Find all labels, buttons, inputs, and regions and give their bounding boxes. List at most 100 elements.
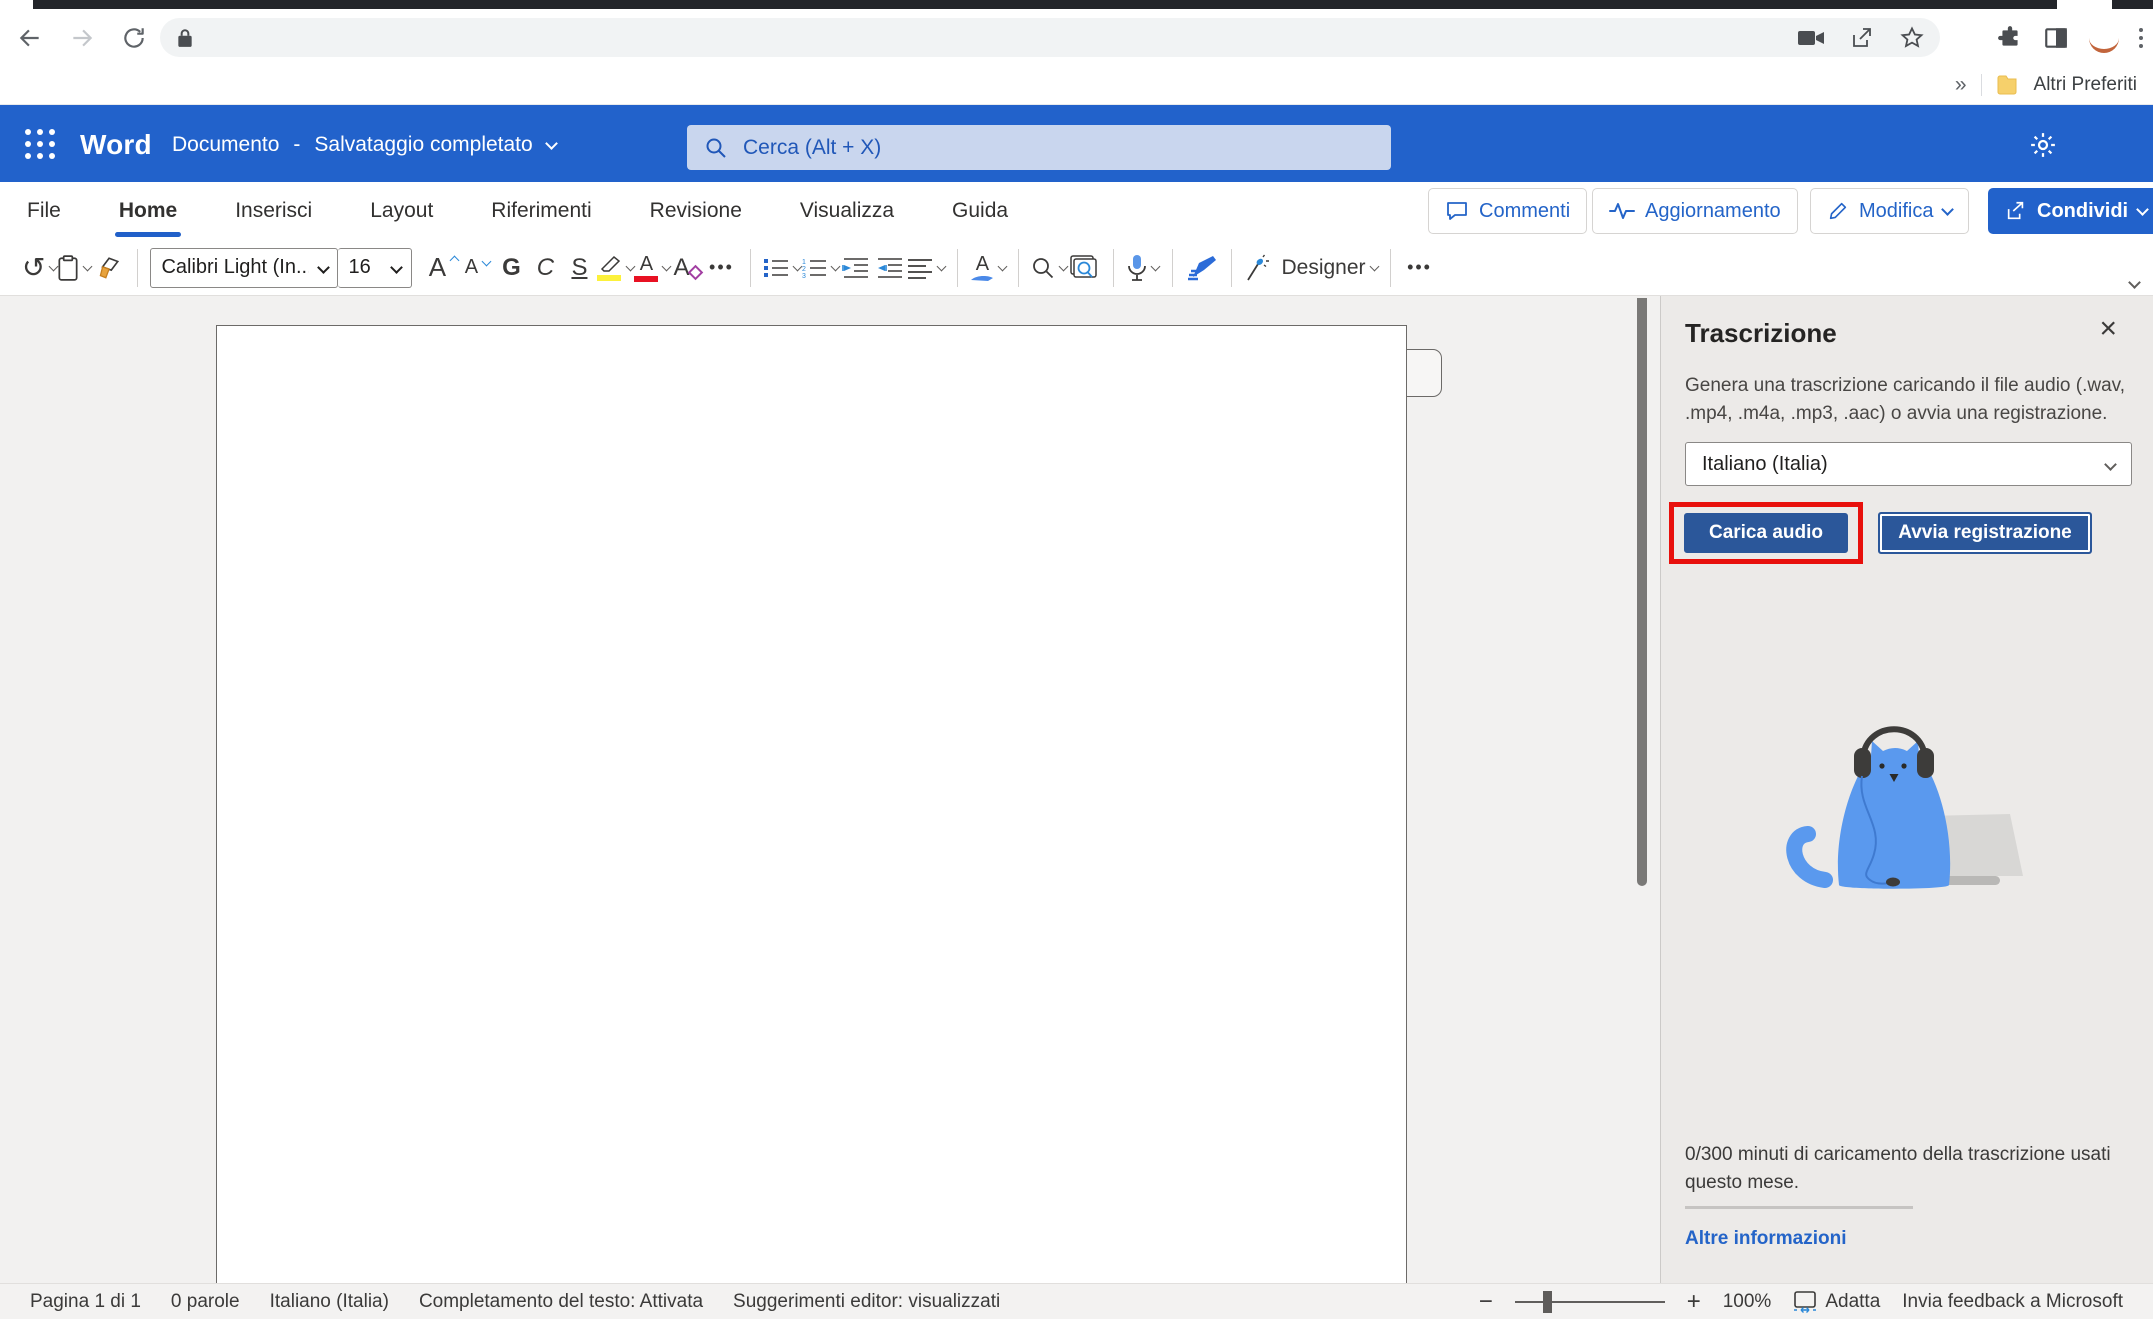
profile-avatar[interactable] [2089, 23, 2119, 53]
collapse-ribbon-icon[interactable] [2128, 276, 2141, 289]
app-launcher-icon[interactable] [18, 122, 62, 166]
immersive-reader-button[interactable] [1067, 247, 1101, 289]
bullet-list-button[interactable] [763, 247, 801, 289]
numbered-list-icon: 123 [801, 257, 827, 279]
more-font-options-button[interactable]: ••• [704, 247, 738, 289]
tab-inserisci[interactable]: Inserisci [233, 195, 314, 227]
more-toolbar-button[interactable]: ••• [1403, 247, 1437, 289]
increase-indent-button[interactable] [873, 247, 907, 289]
bookmark-star-icon[interactable] [1900, 26, 1924, 50]
document-title[interactable]: Documento - Salvataggio completato [172, 133, 556, 157]
bold-button[interactable]: G [494, 247, 528, 289]
forward-icon[interactable] [60, 16, 104, 60]
zoom-slider[interactable] [1515, 1301, 1665, 1303]
start-recording-button[interactable]: Avvia registrazione [1878, 512, 2092, 554]
designer-button[interactable]: Designer [1244, 247, 1377, 289]
chevron-down-icon[interactable] [545, 137, 558, 150]
folder-icon [1996, 74, 2020, 96]
font-color-button[interactable]: A [634, 247, 670, 289]
styles-button[interactable]: A [970, 247, 1006, 289]
bullet-list-icon [763, 257, 789, 279]
font-name-select[interactable]: Calibri Light (In... [150, 248, 338, 288]
underline-button[interactable]: S [562, 247, 596, 289]
fit-to-page-button[interactable]: Adatta [1793, 1291, 1880, 1313]
font-size-select[interactable]: 16 [338, 248, 412, 288]
update-button[interactable]: Aggiornamento [1592, 188, 1798, 234]
zoom-slider-handle[interactable] [1543, 1291, 1552, 1313]
bookmarks-folder-label[interactable]: Altri Preferiti [2034, 74, 2137, 96]
panel-title: Trascrizione [1685, 318, 1837, 349]
zoom-level[interactable]: 100% [1723, 1291, 1772, 1313]
text-completion-status[interactable]: Completamento del testo: Attivata [419, 1291, 703, 1313]
document-page[interactable] [216, 325, 1407, 1283]
shrink-font-button[interactable]: A [460, 247, 494, 289]
ribbon-toolbar: ↺ Calibri Light (In... 16 A A G C S [0, 240, 2153, 296]
browser-menu-icon[interactable] [2139, 28, 2143, 48]
eraser-icon [688, 265, 704, 281]
media-camera-icon[interactable] [1798, 29, 1824, 47]
clear-formatting-button[interactable]: A [670, 247, 704, 289]
page-count[interactable]: Pagina 1 di 1 [30, 1291, 141, 1313]
comment-anchor-box [1406, 349, 1442, 397]
editor-suggestions-status[interactable]: Suggerimenti editor: visualizzati [733, 1291, 1000, 1313]
dictate-button[interactable] [1126, 247, 1160, 289]
status-language[interactable]: Italiano (Italia) [270, 1291, 389, 1313]
grow-font-button[interactable]: A [426, 247, 460, 289]
share-label: Condividi [2037, 200, 2128, 223]
font-size-value: 16 [348, 256, 370, 279]
close-icon[interactable]: × [2099, 314, 2117, 344]
feedback-link[interactable]: Invia feedback a Microsoft [1902, 1291, 2123, 1313]
edit-mode-button[interactable]: Modifica [1810, 188, 1969, 234]
settings-gear-icon[interactable] [2021, 123, 2065, 167]
zoom-out-button[interactable]: − [1479, 1288, 1493, 1316]
highlight-button[interactable] [596, 247, 634, 289]
divider [1981, 74, 1982, 96]
comment-icon [1445, 199, 1469, 223]
tab-revisione[interactable]: Revisione [648, 195, 744, 227]
italic-button[interactable]: C [528, 247, 562, 289]
vertical-scrollbar[interactable] [1637, 298, 1647, 886]
cat-with-headphones-illustration [1761, 704, 2061, 924]
share-icon[interactable] [1850, 26, 1874, 50]
decrease-indent-button[interactable] [839, 247, 873, 289]
bookmarks-overflow-icon[interactable]: » [1955, 73, 1967, 97]
tab-file[interactable]: File [25, 195, 63, 227]
comments-button[interactable]: Commenti [1428, 188, 1587, 234]
editor-pen-icon [1187, 255, 1217, 281]
numbered-list-button[interactable]: 123 [801, 247, 839, 289]
browser-window: » Altri Preferiti Word Documento - Salva… [0, 0, 2153, 1319]
reload-icon[interactable] [112, 16, 156, 60]
address-bar[interactable] [160, 18, 1940, 57]
align-button[interactable] [907, 247, 945, 289]
undo-button[interactable]: ↺ [22, 247, 57, 289]
svg-text:2: 2 [802, 266, 806, 273]
status-bar: Pagina 1 di 1 0 parole Italiano (Italia)… [0, 1283, 2153, 1319]
extensions-puzzle-icon[interactable] [1997, 25, 2023, 51]
reader-icon [1070, 255, 1098, 281]
ribbon-tabs-row: File Home Inserisci Layout Riferimenti R… [0, 182, 2153, 240]
usage-text: 0/300 minuti di caricamento della trascr… [1685, 1141, 2137, 1196]
format-painter-button[interactable] [91, 247, 125, 289]
language-select[interactable]: Italiano (Italia) [1685, 442, 2132, 486]
magic-wand-icon [1244, 254, 1270, 282]
document-canvas: Trascrizione × Genera una trascrizione c… [0, 296, 2153, 1283]
share-button[interactable]: Condividi [1988, 188, 2153, 234]
upload-audio-button[interactable]: Carica audio [1684, 513, 1848, 553]
editor-button[interactable] [1185, 247, 1219, 289]
find-button[interactable] [1031, 247, 1067, 289]
paste-button[interactable] [57, 247, 91, 289]
tab-home[interactable]: Home [117, 195, 179, 227]
tab-visualizza[interactable]: Visualizza [798, 195, 896, 227]
tab-layout[interactable]: Layout [368, 195, 435, 227]
side-panel-icon[interactable] [2043, 25, 2069, 51]
undo-icon: ↺ [22, 254, 45, 282]
word-count[interactable]: 0 parole [171, 1291, 240, 1313]
zoom-in-button[interactable]: + [1687, 1288, 1701, 1316]
more-info-link[interactable]: Altre informazioni [1685, 1228, 1847, 1250]
app-name[interactable]: Word [80, 129, 152, 161]
tab-riferimenti[interactable]: Riferimenti [489, 195, 593, 227]
back-icon[interactable] [8, 16, 52, 60]
search-input[interactable]: Cerca (Alt + X) [687, 125, 1391, 170]
transcription-panel: Trascrizione × Genera una trascrizione c… [1660, 296, 2153, 1283]
tab-guida[interactable]: Guida [950, 195, 1010, 227]
